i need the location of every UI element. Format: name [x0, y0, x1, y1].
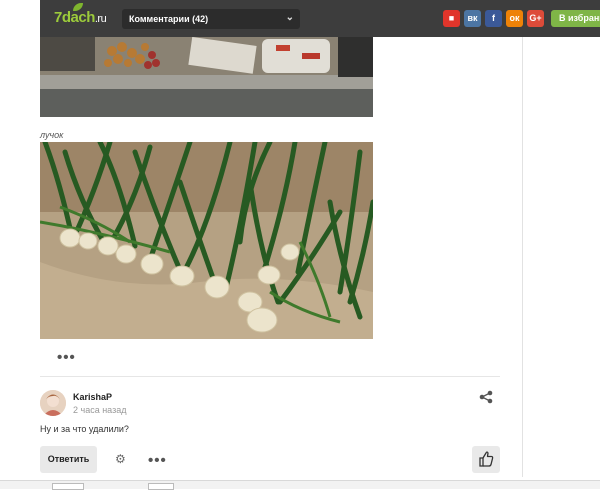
- top-bar: 7dach.ru Комментарии (42) ⌄ ■ вк f ок G+…: [40, 0, 600, 37]
- bottom-toolbar-item[interactable]: [52, 483, 84, 490]
- like-button[interactable]: [472, 446, 500, 473]
- bottom-toolbar-item[interactable]: [148, 483, 174, 490]
- add-to-favorites-button[interactable]: В избранное: [551, 10, 600, 27]
- vk-share-button[interactable]: вк: [464, 10, 481, 27]
- thumbs-up-icon: [479, 451, 494, 467]
- avatar[interactable]: [40, 390, 66, 416]
- photo-caption: лучок: [40, 130, 64, 140]
- comment-author[interactable]: KarishaP: [73, 392, 112, 402]
- comments-dropdown-label: Комментарии (42): [129, 14, 209, 24]
- comment-timestamp: 2 часа назад: [73, 405, 127, 415]
- odnoklassniki-share-button[interactable]: ок: [506, 10, 523, 27]
- site-logo[interactable]: 7dach.ru: [54, 9, 107, 26]
- bookmark-share-button[interactable]: ■: [443, 10, 460, 27]
- article-photo-onions-growing: [40, 142, 373, 339]
- gear-icon[interactable]: ⚙: [115, 452, 126, 466]
- comment-divider: [40, 376, 500, 377]
- article-photo-onion-sets: [40, 37, 373, 117]
- comment-text: Ну и за что удалили?: [40, 424, 129, 434]
- comment-more-button[interactable]: •••: [148, 452, 167, 469]
- article-more-button[interactable]: •••: [57, 349, 76, 366]
- sidebar-divider: [522, 37, 523, 477]
- facebook-share-button[interactable]: f: [485, 10, 502, 27]
- chevron-down-icon: ⌄: [285, 12, 294, 23]
- google-plus-share-button[interactable]: G+: [527, 10, 544, 27]
- share-icon[interactable]: [479, 390, 493, 404]
- reply-button[interactable]: Ответить: [40, 446, 97, 473]
- comments-dropdown[interactable]: Комментарии (42) ⌄: [122, 9, 300, 29]
